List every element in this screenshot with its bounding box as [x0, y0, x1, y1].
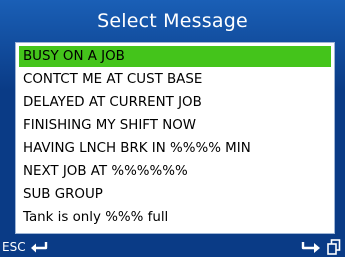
page-title: Select Message — [97, 10, 248, 32]
enter-arrow-icon[interactable] — [301, 240, 321, 254]
message-item-lunch-break[interactable]: HAVING LNCH BRK IN %%%% MIN — [19, 138, 331, 159]
message-screen: Select Message BUSY ON A JOB CONTCT ME A… — [0, 0, 345, 257]
message-item-finishing-shift[interactable]: FINISHING MY SHIFT NOW — [19, 115, 331, 136]
ok-controls — [301, 237, 341, 257]
message-item-next-job[interactable]: NEXT JOB AT %%%%%% — [19, 161, 331, 182]
copy-icon[interactable] — [327, 239, 341, 255]
message-item-tank[interactable]: Tank is only %%% full — [19, 207, 331, 228]
message-list: BUSY ON A JOB CONTCT ME AT CUST BASE DEL… — [15, 42, 335, 234]
bottom-bar: ESC — [0, 237, 345, 257]
message-item-busy-on-a-job[interactable]: BUSY ON A JOB — [19, 46, 331, 67]
message-item-sub-group[interactable]: SUB GROUP — [19, 184, 331, 205]
esc-button[interactable]: ESC — [2, 237, 48, 257]
esc-label: ESC — [2, 240, 26, 254]
back-arrow-icon — [30, 240, 48, 254]
message-item-contact-me[interactable]: CONTCT ME AT CUST BASE — [19, 69, 331, 90]
message-item-delayed[interactable]: DELAYED AT CURRENT JOB — [19, 92, 331, 113]
